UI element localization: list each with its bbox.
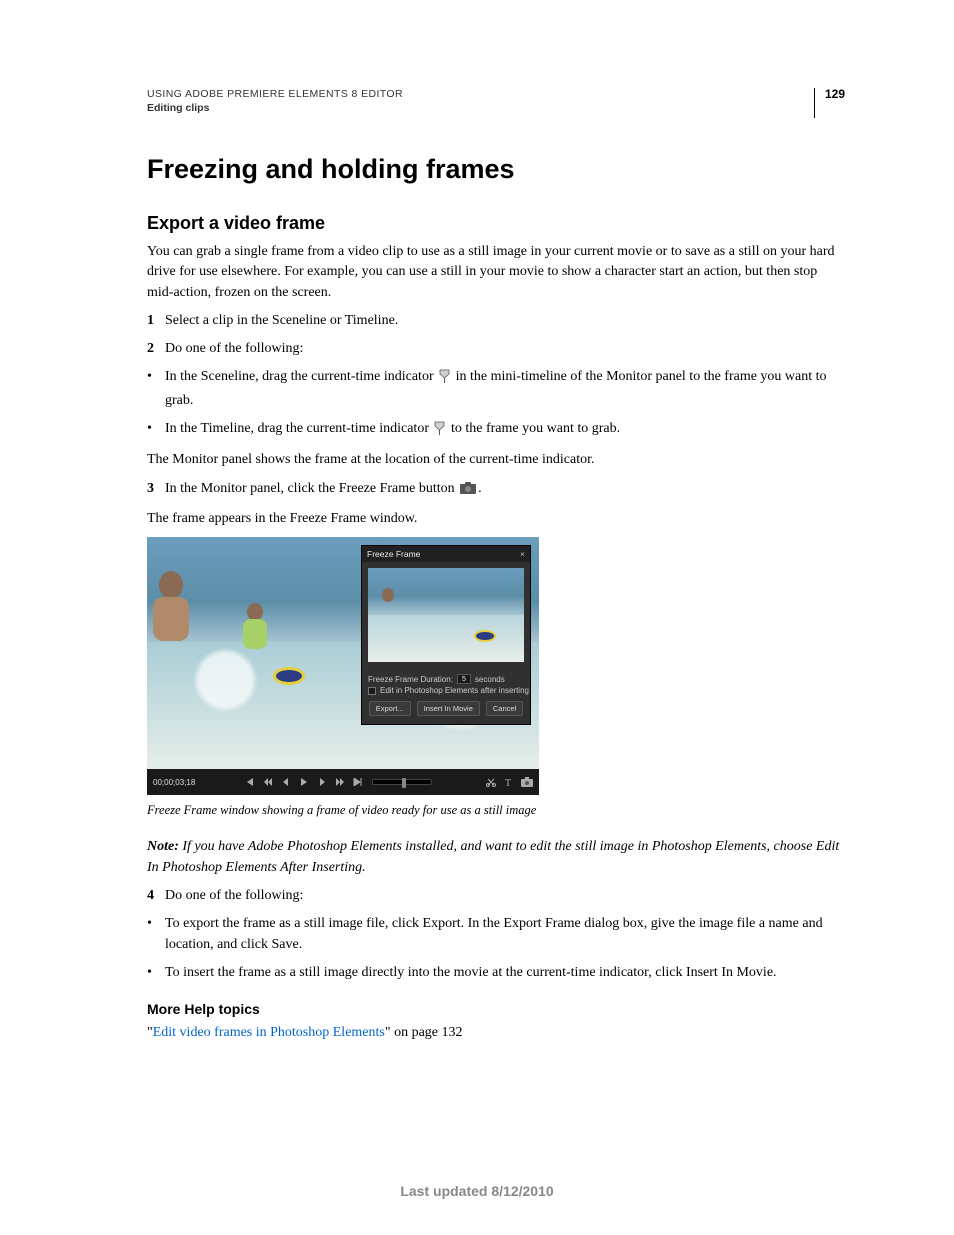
step-back-icon[interactable] — [278, 775, 294, 789]
play-icon[interactable] — [296, 775, 312, 789]
running-header: USING ADOBE PREMIERE ELEMENTS 8 EDITOR E… — [147, 88, 845, 118]
page-number: 129 — [814, 88, 845, 118]
section-title: Editing clips — [147, 102, 814, 114]
more-help-link-line: "Edit video frames in Photoshop Elements… — [147, 1023, 845, 1043]
duration-input[interactable]: 5 — [457, 674, 471, 684]
step-4: 4 Do one of the following: — [147, 886, 845, 906]
step-1: 1 Select a clip in the Sceneline or Time… — [147, 311, 845, 331]
step-2: 2 Do one of the following: — [147, 339, 845, 359]
after-step-3-text: The frame appears in the Freeze Frame wi… — [147, 509, 845, 529]
edit-in-photoshop-checkbox[interactable] — [368, 687, 376, 695]
current-time-indicator-icon — [434, 421, 445, 442]
freeze-frame-screenshot: Freeze Frame × Freeze Frame Duration: 5 … — [147, 537, 539, 795]
timecode[interactable]: 00;00;03;18 — [151, 778, 195, 787]
shuttle-slider[interactable] — [372, 779, 432, 785]
add-text-icon[interactable]: T — [501, 775, 517, 789]
go-to-end-icon[interactable] — [350, 775, 366, 789]
cancel-button[interactable]: Cancel — [486, 701, 523, 716]
freeze-frame-icon[interactable] — [519, 775, 535, 789]
help-link[interactable]: Edit video frames in Photoshop Elements — [153, 1025, 385, 1040]
figure-caption: Freeze Frame window showing a frame of v… — [147, 801, 845, 819]
page-heading: Freezing and holding frames — [147, 154, 845, 185]
transport-bar: 00;00;03;18 T — [147, 769, 539, 795]
export-button[interactable]: Export... — [369, 701, 411, 716]
last-updated: Last updated 8/12/2010 — [0, 1183, 954, 1199]
intro-paragraph: You can grab a single frame from a video… — [147, 242, 845, 303]
insert-in-movie-button[interactable]: Insert In Movie — [417, 701, 480, 716]
freeze-frame-dialog: Freeze Frame × Freeze Frame Duration: 5 … — [361, 545, 531, 725]
more-help-heading: More Help topics — [147, 1001, 845, 1017]
note: Note: If you have Adobe Photoshop Elemen… — [147, 837, 845, 878]
step-2a: • In the Sceneline, drag the current-tim… — [147, 367, 845, 411]
dialog-title: Freeze Frame — [367, 549, 420, 559]
step-forward-icon[interactable] — [314, 775, 330, 789]
step-3: 3 In the Monitor panel, click the Freeze… — [147, 479, 845, 501]
step-4b: • To insert the frame as a still image d… — [147, 963, 845, 983]
close-icon[interactable]: × — [520, 549, 525, 559]
duration-unit: seconds — [475, 675, 505, 684]
step-4a: • To export the frame as a still image f… — [147, 914, 845, 955]
step-2b: • In the Timeline, drag the current-time… — [147, 419, 845, 442]
subsection-heading: Export a video frame — [147, 213, 845, 234]
camera-icon — [460, 481, 476, 501]
after-step-2-text: The Monitor panel shows the frame at the… — [147, 450, 845, 470]
current-time-indicator-icon — [439, 369, 450, 390]
rewind-icon[interactable] — [260, 775, 276, 789]
go-to-start-icon[interactable] — [242, 775, 258, 789]
duration-label: Freeze Frame Duration: — [368, 675, 453, 684]
edit-in-photoshop-label: Edit in Photoshop Elements after inserti… — [380, 686, 529, 695]
dialog-preview — [368, 568, 524, 662]
fast-forward-icon[interactable] — [332, 775, 348, 789]
split-clip-icon[interactable] — [483, 775, 499, 789]
doc-title: USING ADOBE PREMIERE ELEMENTS 8 EDITOR — [147, 88, 403, 100]
monitor-preview: Freeze Frame × Freeze Frame Duration: 5 … — [147, 537, 539, 769]
svg-text:T: T — [505, 778, 511, 787]
